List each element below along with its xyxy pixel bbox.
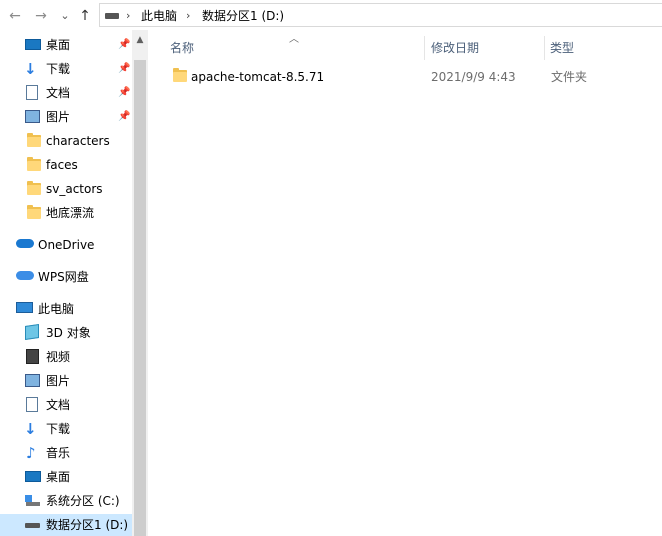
nav-item-this-pc[interactable]: 此电脑	[0, 298, 132, 320]
pin-icon: 📌	[118, 87, 131, 98]
pin-icon: 📌	[118, 111, 131, 122]
nav-item-label: sv_actors	[46, 182, 103, 196]
nav-item-downloads[interactable]: ↓ 下载 📌	[0, 58, 132, 80]
nav-item-pictures[interactable]: 图片 📌	[0, 106, 132, 128]
column-divider[interactable]	[544, 36, 545, 60]
nav-item-label: 系统分区 (C:)	[46, 494, 120, 508]
nav-item-wps-drive[interactable]: WPS网盘	[0, 266, 132, 288]
computer-icon	[16, 302, 33, 313]
address-box[interactable]: › 此电脑 › 数据分区1 (D:)	[99, 3, 662, 27]
breadcrumb-this-pc[interactable]: 此电脑	[141, 8, 177, 24]
nav-item-label: 地底漂流	[46, 206, 95, 220]
up-arrow-icon[interactable]: ↑	[76, 7, 94, 25]
breadcrumb-separator-icon[interactable]: ›	[126, 8, 130, 24]
scroll-up-arrow-icon[interactable]: ▲	[132, 32, 148, 48]
nav-item-downloads-pc[interactable]: ↓ 下载	[0, 418, 132, 440]
file-name: apache-tomcat-8.5.71	[191, 70, 325, 84]
file-type: 文件夹	[551, 70, 588, 84]
nav-item-label: 3D 对象	[46, 326, 91, 340]
folder-icon	[26, 133, 42, 149]
document-icon	[26, 397, 38, 412]
nav-item-label: WPS网盘	[38, 270, 89, 284]
picture-icon	[25, 374, 40, 387]
nav-scrollbar-thumb[interactable]	[134, 60, 146, 536]
navigation-pane: 桌面 📌 ↓ 下载 📌 文档 📌 图片 📌 characters faces s…	[0, 30, 148, 536]
3d-objects-icon	[25, 324, 39, 340]
file-list-pane: ︿ 名称 修改日期 类型 apache-tomcat-8.5.71 2021/9…	[148, 30, 662, 536]
pin-icon: 📌	[118, 63, 131, 74]
nav-item-onedrive[interactable]: OneDrive	[0, 234, 132, 256]
file-modified-date: 2021/9/9 4:43	[431, 70, 516, 84]
nav-item-label: 数据分区1 (D:)	[46, 518, 129, 532]
drive-d-icon	[25, 523, 40, 528]
nav-item-label: 文档	[46, 398, 71, 412]
download-icon: ↓	[24, 420, 37, 438]
sort-ascending-icon: ︿	[289, 34, 299, 45]
folder-icon	[26, 205, 42, 221]
nav-item-label: 下载	[46, 62, 71, 76]
picture-icon	[25, 110, 40, 123]
desktop-icon	[25, 471, 41, 482]
column-header-type[interactable]: 类型	[550, 36, 574, 60]
cloud-icon	[16, 239, 34, 248]
nav-item-label: 图片	[46, 110, 71, 124]
nav-item-3d-objects[interactable]: 3D 对象	[0, 322, 132, 344]
nav-item-pictures-pc[interactable]: 图片	[0, 370, 132, 392]
nav-item-label: 桌面	[46, 470, 71, 484]
file-row[interactable]: apache-tomcat-8.5.71 2021/9/9 4:43 文件夹	[166, 66, 662, 88]
nav-item-label: 桌面	[46, 38, 71, 52]
folder-icon	[172, 68, 188, 84]
folder-icon	[26, 181, 42, 197]
back-arrow-icon[interactable]: ←	[6, 7, 24, 25]
nav-item-desktop[interactable]: 桌面 📌	[0, 34, 132, 56]
desktop-icon	[25, 39, 41, 50]
music-icon: ♪	[26, 444, 36, 462]
breadcrumb-drive-d[interactable]: 数据分区1 (D:)	[202, 8, 284, 24]
nav-item-label: 文档	[46, 86, 71, 100]
wps-cloud-icon	[16, 271, 34, 280]
nav-item-label: characters	[46, 134, 110, 148]
nav-item-label: 图片	[46, 374, 71, 388]
nav-item-label: 音乐	[46, 446, 71, 460]
nav-item-drive-d[interactable]: 数据分区1 (D:)	[0, 514, 132, 536]
nav-item-documents[interactable]: 文档 📌	[0, 82, 132, 104]
column-header-name[interactable]: 名称	[170, 36, 194, 60]
pc-drive-icon	[105, 13, 119, 19]
column-header-modified[interactable]: 修改日期	[431, 36, 479, 60]
nav-item-label: faces	[46, 158, 78, 172]
nav-item-label: 下载	[46, 422, 71, 436]
nav-item-label: 视频	[46, 350, 71, 364]
nav-item-drive-c[interactable]: 系统分区 (C:)	[0, 490, 132, 512]
nav-item-label: OneDrive	[38, 238, 95, 252]
column-divider[interactable]	[424, 36, 425, 60]
recent-locations-chevron-icon[interactable]: ⌄	[56, 7, 74, 25]
forward-arrow-icon[interactable]: →	[32, 7, 50, 25]
document-icon	[26, 85, 38, 100]
pin-icon: 📌	[118, 39, 131, 50]
nav-item-faces[interactable]: faces	[0, 154, 132, 176]
drive-c-icon	[25, 495, 40, 506]
nav-item-music[interactable]: ♪ 音乐	[0, 442, 132, 464]
nav-item-videos[interactable]: 视频	[0, 346, 132, 368]
nav-item-didipiaoliu[interactable]: 地底漂流	[0, 202, 132, 224]
nav-item-desktop-pc[interactable]: 桌面	[0, 466, 132, 488]
folder-icon	[26, 157, 42, 173]
nav-item-sv-actors[interactable]: sv_actors	[0, 178, 132, 200]
video-icon	[26, 349, 39, 364]
nav-item-characters[interactable]: characters	[0, 130, 132, 152]
nav-item-label: 此电脑	[38, 302, 75, 316]
nav-item-documents-pc[interactable]: 文档	[0, 394, 132, 416]
breadcrumb-separator-icon[interactable]: ›	[186, 8, 190, 24]
download-icon: ↓	[24, 60, 37, 78]
address-bar-row: ← → ⌄ ↑ › 此电脑 › 数据分区1 (D:)	[0, 0, 662, 30]
